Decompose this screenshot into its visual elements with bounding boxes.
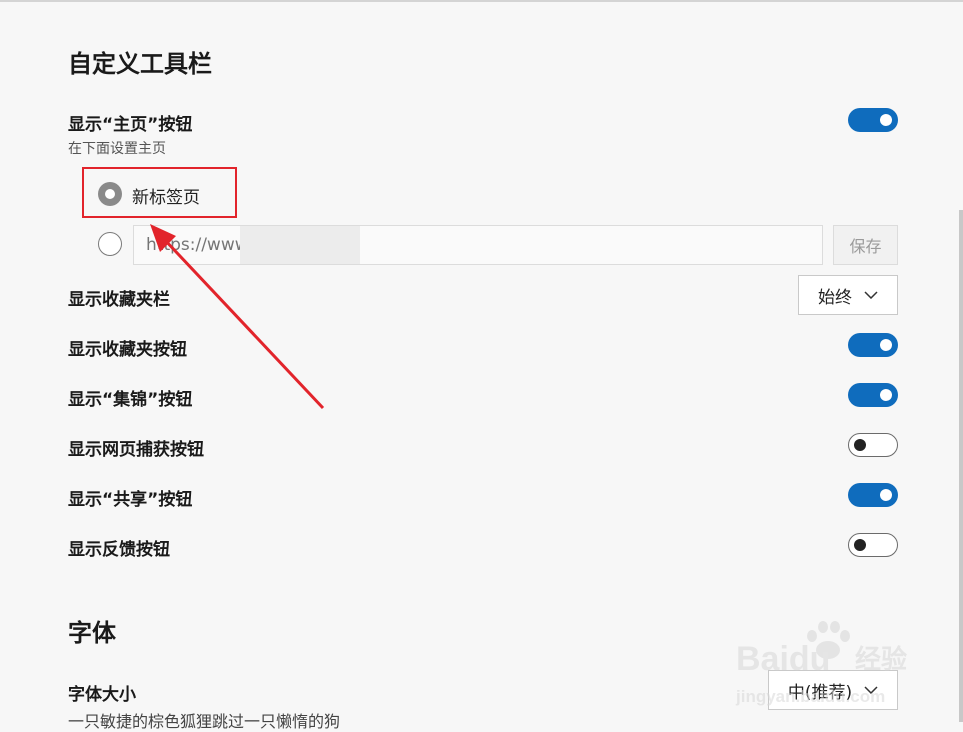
watermark-url: jingyan.baidu.com	[735, 687, 885, 706]
favorites-bar-value: 始终	[818, 287, 852, 308]
toggle-knob	[880, 389, 892, 401]
feedback-button-toggle[interactable]	[848, 533, 898, 557]
share-button-toggle[interactable]	[848, 483, 898, 507]
redacted-url-area	[240, 226, 360, 264]
home-button-sublabel: 在下面设置主页	[68, 141, 166, 157]
section-title-font: 字体	[68, 619, 116, 647]
web-capture-button-label: 显示网页捕获按钮	[68, 440, 204, 460]
baidu-watermark: Baidu 经验 jingyan.baidu.com	[735, 621, 907, 706]
watermark-brand: Baidu	[736, 640, 830, 678]
radio-custom-url[interactable]	[98, 232, 122, 256]
toggle-knob	[854, 439, 866, 451]
collections-button-label: 显示“集锦”按钮	[68, 390, 193, 410]
toggle-knob	[880, 489, 892, 501]
watermark-suffix: 经验	[855, 644, 907, 674]
font-size-preview: 一只敏捷的棕色狐狸跳过一只懒惰的狗	[68, 712, 341, 731]
favorites-bar-label: 显示收藏夹栏	[68, 290, 170, 310]
homepage-url-input[interactable]	[133, 225, 823, 265]
favorites-button-toggle[interactable]	[848, 333, 898, 357]
toggle-knob	[854, 539, 866, 551]
chevron-down-icon	[864, 291, 878, 299]
annotation-highlight-box	[82, 167, 237, 218]
toggle-knob	[880, 339, 892, 351]
font-size-label: 字体大小	[68, 685, 136, 705]
home-button-label: 显示“主页”按钮	[68, 115, 193, 135]
web-capture-button-toggle[interactable]	[848, 433, 898, 457]
collections-button-toggle[interactable]	[848, 383, 898, 407]
top-divider	[0, 0, 963, 2]
toggle-knob	[880, 114, 892, 126]
favorites-bar-dropdown[interactable]: 始终	[798, 275, 898, 315]
feedback-button-label: 显示反馈按钮	[68, 540, 170, 560]
save-button[interactable]: 保存	[833, 225, 898, 265]
home-button-toggle[interactable]	[848, 108, 898, 132]
favorites-button-label: 显示收藏夹按钮	[68, 340, 187, 360]
section-title-toolbar: 自定义工具栏	[68, 50, 212, 78]
share-button-label: 显示“共享”按钮	[68, 490, 193, 510]
